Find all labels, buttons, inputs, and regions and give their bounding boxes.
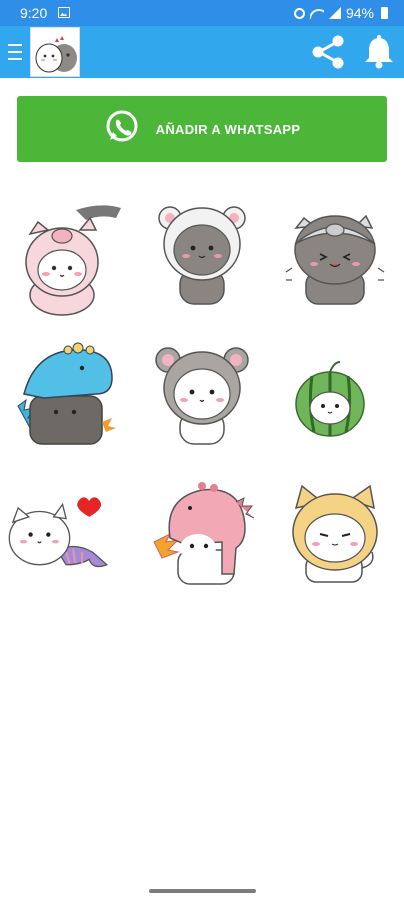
sticker-white-cat-pink-pig-costume[interactable] (16, 200, 126, 322)
sticker-pink-dino-fire-breathing[interactable] (150, 478, 260, 600)
system-navigation-bar (0, 882, 404, 900)
home-gesture-pill[interactable] (149, 889, 256, 893)
add-to-whatsapp-button[interactable]: AÑADIR A WHATSAPP (17, 96, 387, 162)
share-icon[interactable] (308, 34, 348, 75)
add-to-whatsapp-label: AÑADIR A WHATSAPP (155, 121, 301, 137)
sticker-watermelon-cat[interactable] (282, 338, 392, 460)
sticker-gray-bear-pig-hood[interactable] (282, 200, 392, 322)
alarm-icon (293, 7, 305, 19)
hamburger-menu-icon[interactable] (8, 44, 22, 60)
sticker-pack-thumbnail (30, 27, 80, 77)
sticker-white-cat-gray-mouse-hood[interactable] (150, 338, 260, 460)
status-bar: 9:20 94% (0, 0, 404, 26)
wifi-icon (309, 7, 324, 19)
whatsapp-icon (104, 109, 140, 150)
sticker-yellow-cat-hood[interactable] (282, 478, 392, 600)
gallery-notification-icon (58, 7, 70, 18)
app-bar (0, 26, 404, 78)
battery-percent: 94% (345, 5, 374, 21)
battery-icon (381, 7, 388, 19)
sticker-mermaid-cat-with-heart[interactable] (4, 478, 114, 600)
status-indicators: 94% (293, 5, 388, 21)
bell-icon[interactable] (361, 34, 397, 75)
status-time: 9:20 (20, 5, 48, 21)
sticker-gray-bear-blue-dino-costume[interactable] (16, 338, 126, 460)
signal-icon (328, 7, 341, 19)
sticker-gray-bear-in-bear-hood[interactable] (150, 200, 260, 322)
